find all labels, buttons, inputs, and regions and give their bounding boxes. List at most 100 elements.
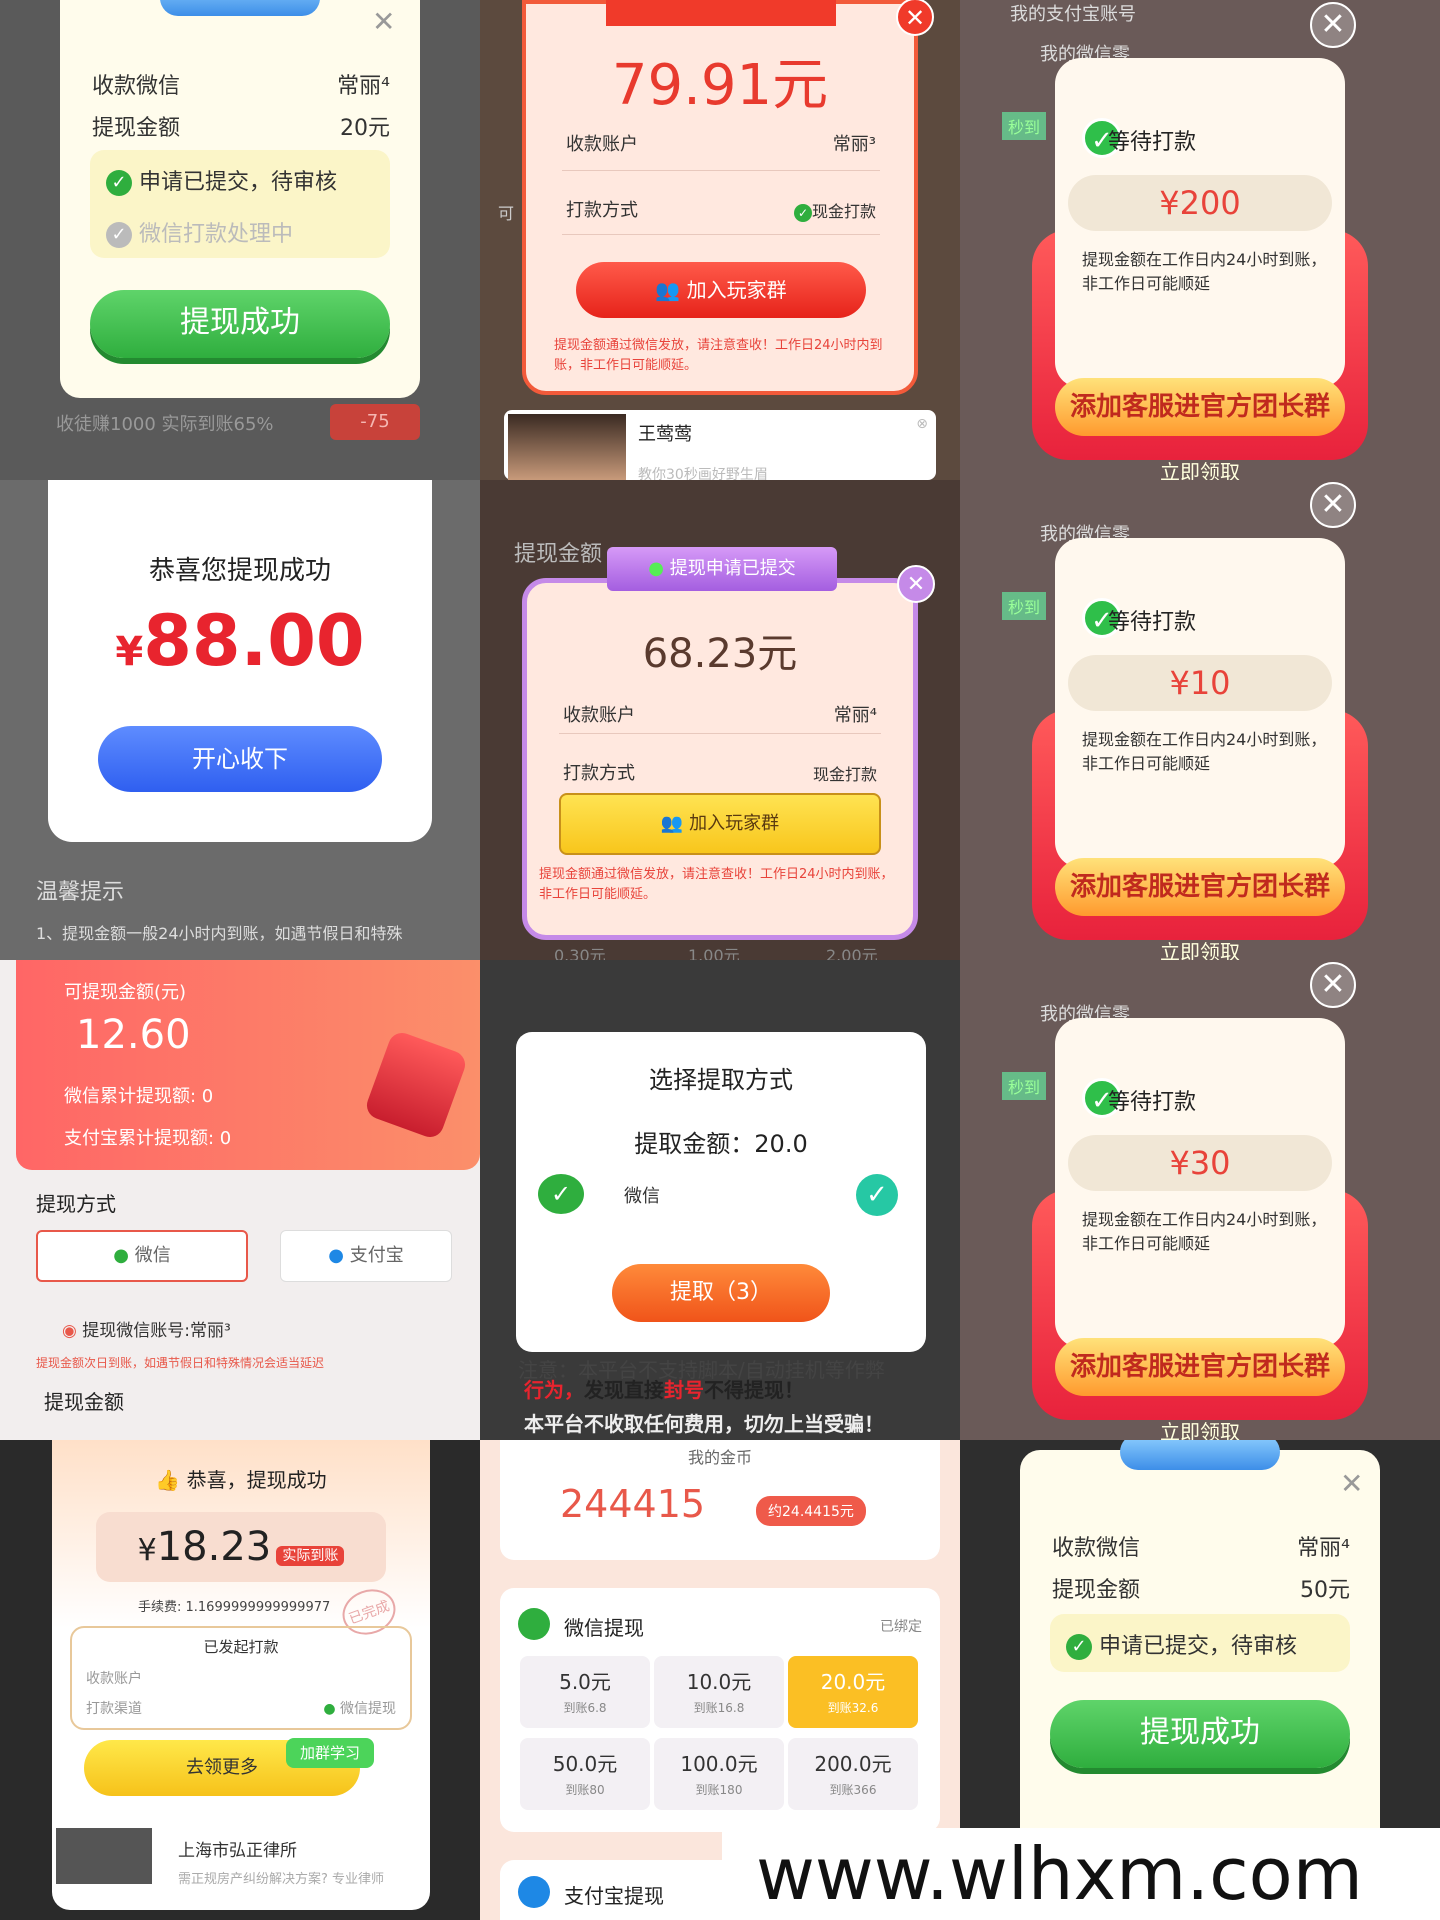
coins-yuan: 约24.4415元	[756, 1496, 866, 1526]
join-study-button[interactable]: 加群学习	[286, 1738, 374, 1768]
users-icon: 👥	[660, 813, 684, 834]
account-value: 常丽⁴	[833, 705, 877, 726]
panel-withdraw-review-20: 收徒赚1000 实际到账65% -75 ✕ 收款微信 常丽⁴ 提现金额 20元 …	[0, 0, 480, 480]
bg-bottom: 立即领取	[1160, 460, 1240, 480]
close-icon[interactable]: ✕	[1310, 2, 1356, 48]
amount-option-50[interactable]: 50.0元 到账80	[520, 1738, 650, 1810]
panel-withdraw-68: 提现金额 ● 提现申请已提交 68.23元 收款账户 常丽⁴ 打款方式 现金打款…	[480, 480, 960, 960]
panel-success-88: 恭喜您提现成功 ¥88.00 开心收下 ✕ 温馨提示 1、提现金额一般24小时内…	[0, 480, 480, 960]
withdraw-success-button[interactable]: 提现成功	[1050, 1700, 1350, 1768]
wechat-icon	[518, 1608, 550, 1640]
arrived-badge: 实际到账	[276, 1545, 345, 1566]
add-service-button[interactable]: 添加客服进官方团长群	[1055, 1338, 1345, 1396]
amount-title: 提现金额	[44, 1390, 124, 1414]
tips-title: 温馨提示	[36, 880, 125, 905]
panel-wait-30: 我的微信零 秒到 ✓ 等待打款 ¥30 提现金额在工作日内24小时到账，非工作日…	[960, 960, 1440, 1440]
wechat-label: 微信	[624, 1186, 660, 1207]
amount: ¥30	[1068, 1135, 1332, 1191]
option-value: 10.0元	[686, 1670, 752, 1694]
account-label: 收款账户	[563, 705, 635, 726]
wechat-icon: ●	[323, 1701, 336, 1717]
status-step-1: 申请已提交，待审核	[1099, 1634, 1298, 1659]
option-sub: 到账366	[829, 1783, 877, 1797]
join-group-button[interactable]: 👥 加入玩家群	[576, 262, 866, 318]
desc: 提现金额在工作日内24小时到账，非工作日可能顺延	[1082, 1210, 1327, 1253]
method-value: 现金打款	[812, 765, 877, 784]
selected-check-icon[interactable]: ✓	[856, 1174, 898, 1216]
note: 提现金额通过微信发放，请注意查收！工作日24小时内到账，非工作日可能顺延。	[539, 867, 894, 902]
panel-success-18: 👍 恭喜，提现成功 ¥18.23 实际到账 手续费: 1.16999999999…	[0, 1440, 480, 1920]
status-step-1: 申请已提交，待审核	[139, 170, 338, 195]
extract-button[interactable]: 提取（3）	[612, 1264, 830, 1322]
fee: 手续费: 1.1699999999999977	[138, 1600, 331, 1615]
dialog-card: 选择提取方式 提取金额：20.0 ✓ 微信 ✓ 提取（3）	[516, 1032, 926, 1352]
status-title: 等待打款	[1108, 130, 1197, 155]
users-icon: 👥	[655, 278, 681, 302]
ad-name: 王莺莺	[638, 424, 692, 445]
ad-desc: 需正规房产纠纷解决方案? 专业律师	[178, 1872, 385, 1887]
wechat-option[interactable]: ● 微信	[36, 1230, 248, 1282]
account-label: 收款账户	[566, 134, 638, 155]
close-icon[interactable]: ✕	[1310, 482, 1356, 528]
watermark: www.wlhxm.com	[756, 1832, 1363, 1916]
add-service-button[interactable]: 添加客服进官方团长群	[1055, 858, 1345, 916]
accept-button[interactable]: 开心收下	[98, 726, 382, 792]
ad-close-icon[interactable]: ⊗	[916, 416, 928, 432]
amount-option-20-selected[interactable]: 20.0元 到账32.6	[788, 1656, 918, 1728]
add-service-button[interactable]: 添加客服进官方团长群	[1055, 378, 1345, 436]
join-group-label: 加入玩家群	[689, 813, 780, 834]
divider	[562, 170, 880, 171]
alipay-icon	[518, 1876, 550, 1908]
close-icon[interactable]: ✕	[372, 8, 395, 36]
divider	[562, 234, 880, 235]
account-value: 常丽⁴	[337, 74, 390, 99]
warn-2d: 不得提现！	[704, 1378, 804, 1402]
option-value: 20.0元	[820, 1670, 886, 1694]
ad-card[interactable]: 王莺莺 教你30秒画好野生眉 ⊗	[504, 410, 936, 480]
desc: 提现金额在工作日内24小时到账，非工作日可能顺延	[1082, 250, 1327, 293]
dialog-card: ✕ 收款微信 常丽⁴ 提现金额 50元 ✓ 申请已提交，待审核 提现成功	[1020, 1440, 1380, 1850]
bg-side: 秒到	[1002, 592, 1047, 620]
wechat-icon: ●	[113, 1245, 129, 1266]
amount-option-10[interactable]: 10.0元 到账16.8	[654, 1656, 784, 1728]
wechat-label: 微信	[134, 1245, 171, 1266]
close-icon[interactable]: ✕	[1340, 1470, 1363, 1498]
option-sub: 到账6.8	[563, 1701, 607, 1715]
amount-option-5[interactable]: 5.0元 到账6.8	[520, 1656, 650, 1728]
ali-title: 支付宝提现	[564, 1884, 664, 1908]
title: 恭喜，提现成功	[186, 1468, 327, 1492]
wallet-illustration	[1120, 1440, 1280, 1470]
coin-card: 我的金币 244415 约24.4415元	[500, 1440, 940, 1560]
join-group-button[interactable]: 👥 加入玩家群	[559, 793, 881, 855]
dot-icon: ●	[648, 558, 664, 579]
amount-value: 20元	[340, 116, 390, 141]
amount-option-200[interactable]: 200.0元到账366	[788, 1738, 918, 1810]
warn-2a: 行为，	[524, 1378, 584, 1402]
bg-value-2: 1.00元	[688, 946, 740, 960]
coins: 244415	[560, 1482, 706, 1526]
sub-title: 已发起打款	[203, 1638, 279, 1656]
bound-label: 已绑定	[880, 1619, 922, 1635]
warn-2b: 发现直接	[584, 1378, 664, 1402]
desc: 提现金额在工作日内24小时到账，非工作日可能顺延	[1082, 730, 1327, 773]
warn-2c: 封号	[664, 1378, 704, 1402]
amount-option-100[interactable]: 100.0元 到账180	[654, 1738, 784, 1810]
close-icon[interactable]: ✕	[897, 565, 935, 603]
option-value: 200.0元	[814, 1752, 892, 1776]
target-icon: ◉	[62, 1321, 77, 1341]
dialog-card: ✕ 收款微信 常丽⁴ 提现金额 20元 ✓ 申请已提交，待审核 ✓ 微信打款处理…	[60, 0, 420, 398]
option-sub: 到账180	[695, 1783, 743, 1797]
screenshot-collage: 收徒赚1000 实际到账65% -75 ✕ 收款微信 常丽⁴ 提现金额 20元 …	[0, 0, 1440, 1920]
bg-side: 秒到	[1002, 112, 1047, 140]
dialog-card: 79.91元 收款账户 常丽³ 打款方式 ✓ 现金打款 👥 加入玩家群 提现金额通…	[522, 0, 934, 395]
dialog-card: 👍 恭喜，提现成功 ¥18.23 实际到账 手续费: 1.16999999999…	[52, 1440, 430, 1910]
panel-withdraw-79: 可 79.91元 收款账户 常丽³ 打款方式 ✓ 现金打款 👥 加入玩家群 提现金…	[480, 0, 960, 480]
bg-bottom: 立即领取	[1160, 1420, 1240, 1440]
status-title: 等待打款	[1108, 610, 1197, 635]
wechat-icon: ✓	[538, 1174, 584, 1214]
alipay-option[interactable]: ● 支付宝	[280, 1230, 452, 1282]
withdraw-success-button[interactable]: 提现成功	[90, 290, 390, 358]
account-value: 常丽⁴	[1297, 1536, 1350, 1561]
close-icon[interactable]: ✕	[1310, 962, 1356, 1008]
close-icon[interactable]: ✕	[896, 0, 934, 36]
